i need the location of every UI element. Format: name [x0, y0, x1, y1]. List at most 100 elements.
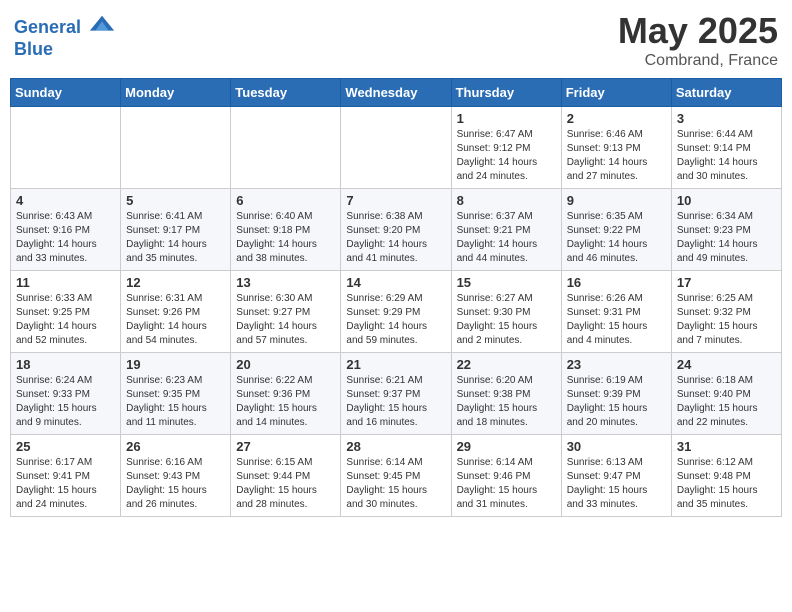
calendar-cell: 10 Sunrise: 6:34 AM Sunset: 9:23 PM Dayli…	[671, 189, 781, 271]
calendar-cell: 28Sunrise: 6:14 AM Sunset: 9:45 PM Dayli…	[341, 435, 451, 517]
day-info: Sunrise: 6:40 AM Sunset: 9:18 PM Dayligh…	[236, 210, 335, 266]
day-number: 2	[567, 111, 666, 126]
day-info: Sunrise: 6:13 AM Sunset: 9:47 PM Dayligh…	[567, 456, 666, 512]
day-info: Sunrise: 6:24 AM Sunset: 9:33 PM Dayligh…	[16, 374, 115, 430]
calendar-cell: 17 Sunrise: 6:25 AM Sunset: 9:32 PM Dayli…	[671, 271, 781, 353]
location: Combrand, France	[618, 52, 778, 70]
calendar-cell	[121, 107, 231, 189]
weekday-header-wednesday: Wednesday	[341, 79, 451, 107]
day-info: Sunrise: 6:21 AM Sunset: 9:37 PM Dayligh…	[346, 374, 445, 430]
day-number: 24	[677, 357, 776, 372]
weekday-header-monday: Monday	[121, 79, 231, 107]
weekday-header-tuesday: Tuesday	[231, 79, 341, 107]
calendar-week-3: 11 Sunrise: 6:33 AM Sunset: 9:25 PM Dayli…	[11, 271, 782, 353]
day-number: 30	[567, 439, 666, 454]
title-block: May 2025 Combrand, France	[618, 10, 778, 70]
day-info: Sunrise: 6:29 AM Sunset: 9:29 PM Dayligh…	[346, 292, 445, 348]
day-info: Sunrise: 6:47 AM Sunset: 9:12 PM Dayligh…	[457, 128, 556, 184]
calendar-cell: 23Sunrise: 6:19 AM Sunset: 9:39 PM Dayli…	[561, 353, 671, 435]
day-number: 4	[16, 193, 115, 208]
calendar-week-1: 1 Sunrise: 6:47 AM Sunset: 9:12 PM Daylig…	[11, 107, 782, 189]
calendar-cell: 14 Sunrise: 6:29 AM Sunset: 9:29 PM Dayli…	[341, 271, 451, 353]
weekday-header-saturday: Saturday	[671, 79, 781, 107]
month-title: May 2025	[618, 10, 778, 52]
day-number: 13	[236, 275, 335, 290]
day-number: 11	[16, 275, 115, 290]
calendar-cell: 18Sunrise: 6:24 AM Sunset: 9:33 PM Dayli…	[11, 353, 121, 435]
logo: General Blue	[14, 16, 116, 60]
day-info: Sunrise: 6:26 AM Sunset: 9:31 PM Dayligh…	[567, 292, 666, 348]
logo-general: General	[14, 17, 81, 37]
calendar-cell: 6Sunrise: 6:40 AM Sunset: 9:18 PM Daylig…	[231, 189, 341, 271]
day-info: Sunrise: 6:23 AM Sunset: 9:35 PM Dayligh…	[126, 374, 225, 430]
day-info: Sunrise: 6:34 AM Sunset: 9:23 PM Dayligh…	[677, 210, 776, 266]
calendar-cell: 19 Sunrise: 6:23 AM Sunset: 9:35 PM Dayli…	[121, 353, 231, 435]
day-number: 8	[457, 193, 556, 208]
day-number: 27	[236, 439, 335, 454]
day-info: Sunrise: 6:20 AM Sunset: 9:38 PM Dayligh…	[457, 374, 556, 430]
day-info: Sunrise: 6:27 AM Sunset: 9:30 PM Dayligh…	[457, 292, 556, 348]
day-info: Sunrise: 6:44 AM Sunset: 9:14 PM Dayligh…	[677, 128, 776, 184]
day-number: 12	[126, 275, 225, 290]
logo-text: General	[14, 16, 116, 40]
calendar-table: SundayMondayTuesdayWednesdayThursdayFrid…	[10, 78, 782, 517]
day-info: Sunrise: 6:14 AM Sunset: 9:45 PM Dayligh…	[346, 456, 445, 512]
page-header: General Blue May 2025 Combrand, France	[10, 10, 782, 70]
calendar-cell: 20 Sunrise: 6:22 AM Sunset: 9:36 PM Dayli…	[231, 353, 341, 435]
day-info: Sunrise: 6:15 AM Sunset: 9:44 PM Dayligh…	[236, 456, 335, 512]
calendar-cell: 27 Sunrise: 6:15 AM Sunset: 9:44 PM Dayli…	[231, 435, 341, 517]
day-number: 20	[236, 357, 335, 372]
day-number: 22	[457, 357, 556, 372]
day-info: Sunrise: 6:38 AM Sunset: 9:20 PM Dayligh…	[346, 210, 445, 266]
calendar-cell: 25 Sunrise: 6:17 AM Sunset: 9:41 PM Dayli…	[11, 435, 121, 517]
day-number: 15	[457, 275, 556, 290]
weekday-header-friday: Friday	[561, 79, 671, 107]
day-number: 29	[457, 439, 556, 454]
calendar-cell: 2 Sunrise: 6:46 AM Sunset: 9:13 PM Daylig…	[561, 107, 671, 189]
day-number: 14	[346, 275, 445, 290]
calendar-cell: 7 Sunrise: 6:38 AM Sunset: 9:20 PM Daylig…	[341, 189, 451, 271]
calendar-cell	[341, 107, 451, 189]
day-info: Sunrise: 6:25 AM Sunset: 9:32 PM Dayligh…	[677, 292, 776, 348]
weekday-header-thursday: Thursday	[451, 79, 561, 107]
logo-icon	[88, 12, 116, 40]
day-number: 9	[567, 193, 666, 208]
day-number: 17	[677, 275, 776, 290]
day-info: Sunrise: 6:16 AM Sunset: 9:43 PM Dayligh…	[126, 456, 225, 512]
day-number: 25	[16, 439, 115, 454]
calendar-cell: 24 Sunrise: 6:18 AM Sunset: 9:40 PM Dayli…	[671, 353, 781, 435]
calendar-cell: 16 Sunrise: 6:26 AM Sunset: 9:31 PM Dayli…	[561, 271, 671, 353]
calendar-cell: 8 Sunrise: 6:37 AM Sunset: 9:21 PM Daylig…	[451, 189, 561, 271]
calendar-week-5: 25 Sunrise: 6:17 AM Sunset: 9:41 PM Dayli…	[11, 435, 782, 517]
day-number: 31	[677, 439, 776, 454]
calendar-cell: 29Sunrise: 6:14 AM Sunset: 9:46 PM Dayli…	[451, 435, 561, 517]
calendar-cell: 3Sunrise: 6:44 AM Sunset: 9:14 PM Daylig…	[671, 107, 781, 189]
day-info: Sunrise: 6:22 AM Sunset: 9:36 PM Dayligh…	[236, 374, 335, 430]
calendar-cell: 5Sunrise: 6:41 AM Sunset: 9:17 PM Daylig…	[121, 189, 231, 271]
calendar-cell: 9 Sunrise: 6:35 AM Sunset: 9:22 PM Daylig…	[561, 189, 671, 271]
day-info: Sunrise: 6:35 AM Sunset: 9:22 PM Dayligh…	[567, 210, 666, 266]
day-info: Sunrise: 6:37 AM Sunset: 9:21 PM Dayligh…	[457, 210, 556, 266]
day-info: Sunrise: 6:17 AM Sunset: 9:41 PM Dayligh…	[16, 456, 115, 512]
calendar-cell: 4 Sunrise: 6:43 AM Sunset: 9:16 PM Daylig…	[11, 189, 121, 271]
day-info: Sunrise: 6:18 AM Sunset: 9:40 PM Dayligh…	[677, 374, 776, 430]
logo-blue: Blue	[14, 40, 116, 60]
day-info: Sunrise: 6:31 AM Sunset: 9:26 PM Dayligh…	[126, 292, 225, 348]
calendar-cell: 12 Sunrise: 6:31 AM Sunset: 9:26 PM Dayli…	[121, 271, 231, 353]
day-number: 1	[457, 111, 556, 126]
day-number: 10	[677, 193, 776, 208]
day-number: 23	[567, 357, 666, 372]
weekday-header-sunday: Sunday	[11, 79, 121, 107]
calendar-cell: 31Sunrise: 6:12 AM Sunset: 9:48 PM Dayli…	[671, 435, 781, 517]
day-number: 7	[346, 193, 445, 208]
calendar-cell: 13Sunrise: 6:30 AM Sunset: 9:27 PM Dayli…	[231, 271, 341, 353]
day-number: 16	[567, 275, 666, 290]
day-info: Sunrise: 6:43 AM Sunset: 9:16 PM Dayligh…	[16, 210, 115, 266]
day-number: 19	[126, 357, 225, 372]
weekday-header-row: SundayMondayTuesdayWednesdayThursdayFrid…	[11, 79, 782, 107]
calendar-cell: 21Sunrise: 6:21 AM Sunset: 9:37 PM Dayli…	[341, 353, 451, 435]
day-number: 26	[126, 439, 225, 454]
day-info: Sunrise: 6:33 AM Sunset: 9:25 PM Dayligh…	[16, 292, 115, 348]
day-info: Sunrise: 6:41 AM Sunset: 9:17 PM Dayligh…	[126, 210, 225, 266]
day-info: Sunrise: 6:46 AM Sunset: 9:13 PM Dayligh…	[567, 128, 666, 184]
